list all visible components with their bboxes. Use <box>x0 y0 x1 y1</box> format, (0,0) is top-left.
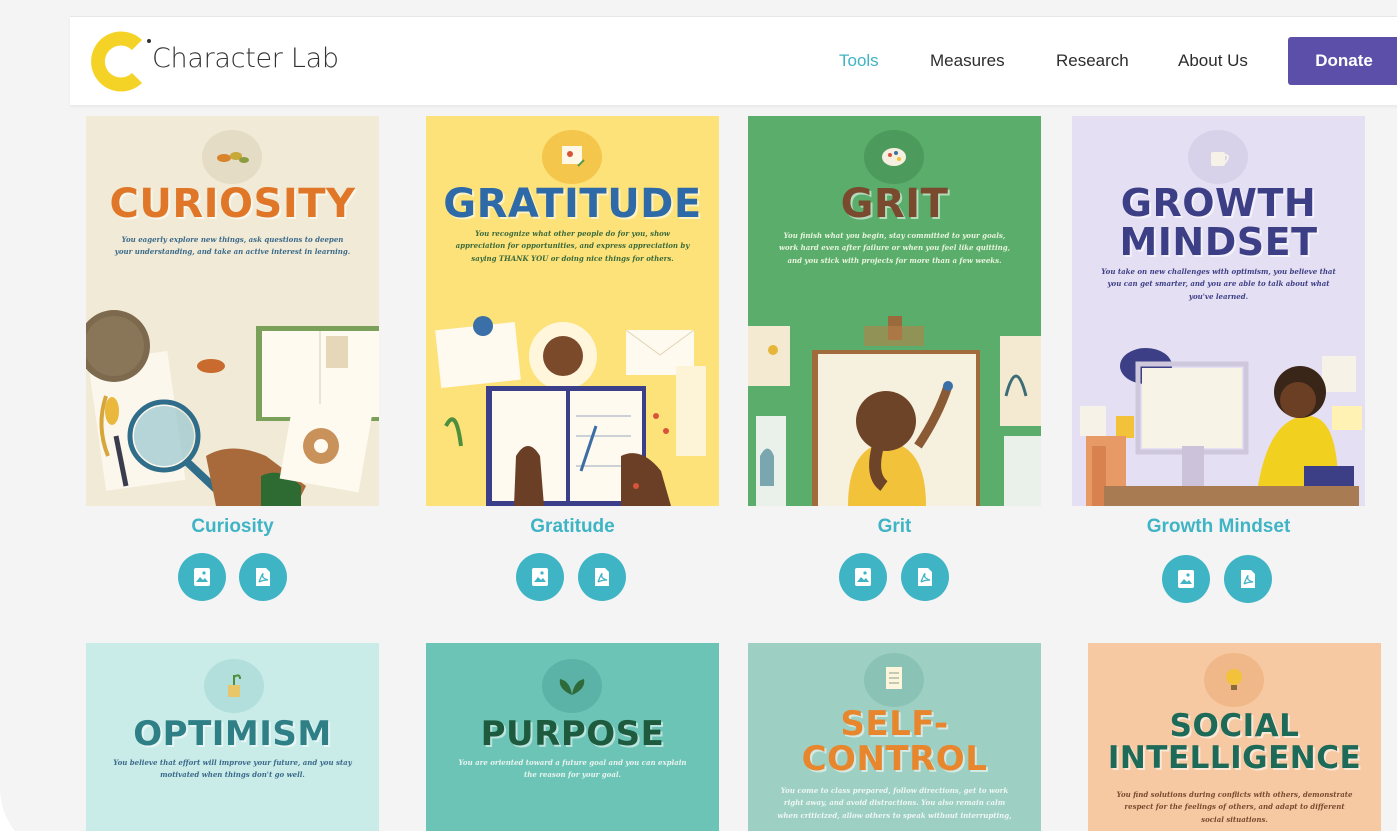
poster-topic: OPTIMISM <box>133 714 332 754</box>
image-download-icon[interactable] <box>839 553 887 601</box>
pdf-download-icon[interactable] <box>901 553 949 601</box>
gratitude-illustration <box>435 316 706 506</box>
growth-mindset-illustration <box>1080 348 1362 506</box>
checklist-icon <box>864 653 924 707</box>
poster-topic: SELF-CONTROL <box>801 704 988 780</box>
poster-self-control[interactable]: SELF-CONTROL You come to class prepared,… <box>748 643 1041 831</box>
envelope-icon <box>542 130 602 184</box>
leaf-icon <box>202 130 262 184</box>
lightbulb-icon <box>1204 653 1264 707</box>
nav-research[interactable]: Research <box>1056 51 1129 71</box>
donate-button[interactable]: Donate <box>1288 37 1397 85</box>
poster-growth-mindset[interactable]: GROWTH MINDSET You take on new challenge… <box>1072 116 1365 506</box>
nav-tools[interactable]: Tools <box>839 51 879 71</box>
brand-name[interactable]: Character Lab <box>152 43 339 74</box>
poster-description: You are oriented toward a future goal an… <box>458 758 687 780</box>
poster-optimism[interactable]: OPTIMISM You believe that effort will im… <box>86 643 379 831</box>
poster-description: You eagerly explore new things, ask ques… <box>114 235 351 257</box>
grit-illustration <box>748 316 1041 506</box>
poster-description: You come to class prepared, follow direc… <box>777 786 1012 820</box>
site-header: Character Lab Tools Measures Research Ab… <box>70 17 1397 105</box>
poster-curiosity[interactable]: CURIOSITY You eagerly explore new things… <box>86 116 379 506</box>
poster-topic: GROWTH MINDSET <box>1119 181 1318 265</box>
poster-description: You finish what you begin, stay committe… <box>778 231 1011 265</box>
poster-description: You believe that effort will improve you… <box>113 758 352 780</box>
image-download-icon[interactable] <box>516 553 564 601</box>
paint-palette-icon <box>864 130 924 184</box>
poster-topic: GRATITUDE <box>443 181 702 227</box>
mug-icon <box>1188 130 1248 184</box>
card-title[interactable]: Gratitude <box>426 516 719 538</box>
poster-grit[interactable]: GRIT You finish what you begin, stay com… <box>748 116 1041 506</box>
poster-purpose[interactable]: PURPOSE You are oriented toward a future… <box>426 643 719 831</box>
poster-topic: GRIT <box>840 181 949 227</box>
poster-description: You find solutions during conflicts with… <box>1116 790 1353 824</box>
card-title[interactable]: Curiosity <box>86 516 379 538</box>
card-title[interactable]: Growth Mindset <box>1072 516 1365 538</box>
image-download-icon[interactable] <box>1162 555 1210 603</box>
poster-topic: CURIOSITY <box>109 181 356 227</box>
pdf-download-icon[interactable] <box>239 553 287 601</box>
nav-measures[interactable]: Measures <box>930 51 1005 71</box>
poster-description: You recognize what other people do for y… <box>455 229 690 263</box>
poster-gratitude[interactable]: GRATITUDE You recognize what other peopl… <box>426 116 719 506</box>
pdf-download-icon[interactable] <box>1224 555 1272 603</box>
poster-description: You take on new challenges with optimism… <box>1101 267 1336 301</box>
leaves-icon <box>542 659 602 713</box>
image-download-icon[interactable] <box>178 553 226 601</box>
poster-social-intelligence[interactable]: SOCIAL INTELLIGENCE You find solutions d… <box>1088 643 1381 831</box>
curiosity-illustration <box>86 310 379 506</box>
plant-pot-icon <box>204 659 264 713</box>
nav-about-us[interactable]: About Us <box>1178 51 1248 71</box>
card-title[interactable]: Grit <box>748 516 1041 538</box>
pdf-download-icon[interactable] <box>578 553 626 601</box>
poster-topic: SOCIAL INTELLIGENCE <box>1107 708 1362 776</box>
poster-topic: PURPOSE <box>480 714 665 754</box>
